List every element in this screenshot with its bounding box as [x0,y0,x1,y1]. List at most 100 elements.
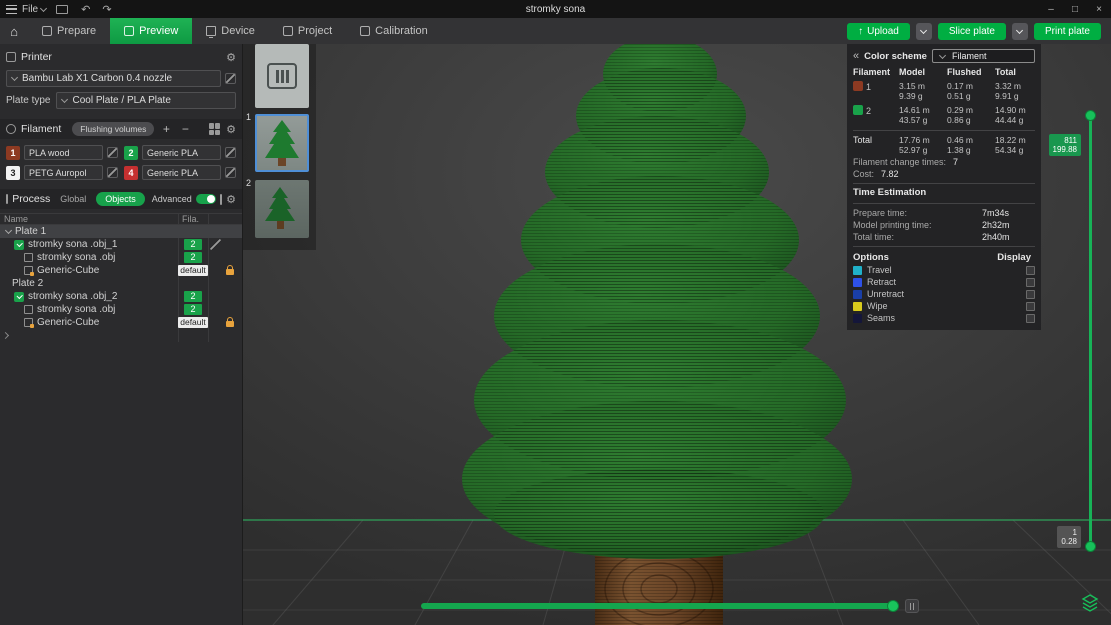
layer-slider[interactable]: 811 199.88 1 0.28 [1083,108,1097,552]
advanced-toggle[interactable] [196,194,216,204]
move-slider[interactable] [421,598,926,614]
flushing-volumes-button[interactable]: Flushing volumes [72,122,154,136]
move-slider-option-button[interactable] [905,599,919,613]
layer-slider-top-handle[interactable] [1085,110,1096,121]
tab-project[interactable]: Project [269,18,346,44]
parameter-list-icon[interactable] [220,194,222,205]
filament-slot-1[interactable]: 1 PLA wood [6,145,118,160]
filament-usage-row: 1 3.15 m9.39 g 0.17 m0.51 g 3.32 m9.91 g [853,79,1035,103]
close-button[interactable]: × [1087,0,1111,18]
option-color-swatch [853,302,862,311]
thumbnail-tree-2 [255,180,305,234]
time-estimation-title: Time Estimation [853,187,1035,200]
tree-row-part[interactable]: stromky sona .obj 2 [0,303,242,316]
filament-badge[interactable]: 2 [184,304,202,315]
filament-usage-total-row: Total 17.76 m52.97 g 0.46 m1.38 g 18.22 … [853,134,1035,156]
filament-section-title: Filament [21,123,61,135]
column-fila: Fila. [182,214,199,224]
upload-button[interactable]: ↑ Upload [847,23,910,40]
layer-slider-bottom-handle[interactable] [1085,541,1096,552]
filament-badge[interactable]: default [178,317,208,328]
process-global-toggle[interactable]: Global [54,194,92,204]
color-scheme-select[interactable]: Filament [932,49,1035,63]
maximize-button[interactable]: □ [1063,0,1087,18]
visibility-checkbox[interactable] [14,292,24,302]
viewport-3d[interactable]: 1 2 « Color scheme Filament Filament [243,44,1111,625]
printer-settings-gear-icon[interactable]: ⚙ [226,51,236,64]
filament-color-swatch: 3 [6,166,20,180]
plate-thumbnail-2[interactable] [255,180,309,238]
expand-caret-icon[interactable] [2,332,9,339]
chevron-down-icon [920,26,927,33]
process-section-title: Process [12,193,50,205]
plate-thumbnail-logo[interactable] [255,44,309,108]
display-checkbox[interactable] [1026,266,1035,275]
tree-row-part[interactable]: Generic-Cube default [0,316,242,329]
filament-color-swatch: 2 [124,146,138,160]
printer-section-title: Printer [21,51,52,63]
plate-type-select[interactable]: Cool Plate / PLA Plate [56,92,236,109]
option-retract: Retract [853,276,1035,288]
process-objects-toggle[interactable]: Objects [96,192,145,206]
tab-prepare[interactable]: Prepare [28,18,110,44]
display-checkbox[interactable] [1026,302,1035,311]
plate-thumbnail-1[interactable] [255,114,309,172]
add-filament-button[interactable]: + [159,122,173,136]
tree-row-plate-2[interactable]: Plate 2 [0,277,242,290]
tree-row-plate-1[interactable]: Plate 1 [0,225,242,238]
advanced-label: Advanced [152,194,192,204]
filament-edit-button[interactable] [107,167,118,178]
slice-dropdown-button[interactable] [916,23,932,40]
prepare-time-row: Prepare time:7m34s [853,207,1035,219]
tab-device[interactable]: Device [192,18,269,44]
move-slider-handle[interactable] [887,600,899,612]
filament-edit-button[interactable] [107,147,118,158]
layer-value-badge: 811 199.88 [1049,134,1081,156]
print-plate-button[interactable]: Print plate [1034,23,1101,40]
collapse-caret-icon[interactable] [5,226,12,233]
display-checkbox[interactable] [1026,290,1035,299]
chevron-down-icon [11,73,18,80]
filament-settings-gear-icon[interactable]: ⚙ [226,123,236,136]
filament-spool-icon [6,124,16,134]
filament-edit-button[interactable] [225,167,236,178]
move-slider-track[interactable] [421,603,899,609]
filament-badge[interactable]: default [178,265,208,276]
filament-edit-button[interactable] [225,147,236,158]
option-color-swatch [853,290,862,299]
tab-preview[interactable]: Preview [110,18,192,44]
filament-usage-row: 2 14.61 m43.57 g 0.29 m0.86 g 14.90 m44.… [853,103,1035,127]
filament-slot-4[interactable]: 4 Generic PLA [124,165,236,180]
printer-edit-button[interactable] [225,73,236,84]
display-checkbox[interactable] [1026,278,1035,287]
tree-row-object[interactable]: stromky sona .obj_1 2 [0,238,242,251]
object-tree-header: Name Fila. [0,213,242,225]
layer-slider-track[interactable] [1089,114,1092,546]
filament-badge[interactable]: 2 [184,291,202,302]
tree-row-part[interactable]: Generic-Cube default [0,264,242,277]
printer-select[interactable]: Bambu Lab X1 Carbon 0.4 nozzle [6,70,221,87]
home-icon[interactable]: ⌂ [0,18,28,44]
filament-sync-icon[interactable] [209,123,221,135]
filament-slot-2[interactable]: 2 Generic PLA [124,145,236,160]
layers-view-button[interactable] [1081,594,1099,612]
remove-filament-button[interactable]: − [178,122,192,136]
filament-badge[interactable]: 2 [184,252,202,263]
tab-calibration[interactable]: Calibration [346,18,442,44]
filament-badge[interactable]: 2 [184,239,202,250]
minimize-button[interactable]: – [1039,0,1063,18]
left-sidebar: Printer ⚙ Bambu Lab X1 Carbon 0.4 nozzle… [0,44,243,625]
collapse-panel-icon[interactable]: « [853,50,859,62]
slice-plate-button[interactable]: Slice plate [938,23,1006,40]
row-action-icon[interactable] [210,239,221,250]
filament-slot-3[interactable]: 3 PETG Auropol [6,165,118,180]
tree-row-part[interactable]: stromky sona .obj 2 [0,251,242,264]
print-dropdown-button[interactable] [1012,23,1028,40]
display-checkbox[interactable] [1026,314,1035,323]
mesh-part-icon [24,305,33,314]
visibility-checkbox[interactable] [14,240,24,250]
tree-row-object[interactable]: stromky sona .obj_2 2 [0,290,242,303]
plate-logo-icon [267,63,297,89]
process-settings-gear-icon[interactable]: ⚙ [226,193,236,206]
tree-expander-row[interactable] [0,329,242,342]
